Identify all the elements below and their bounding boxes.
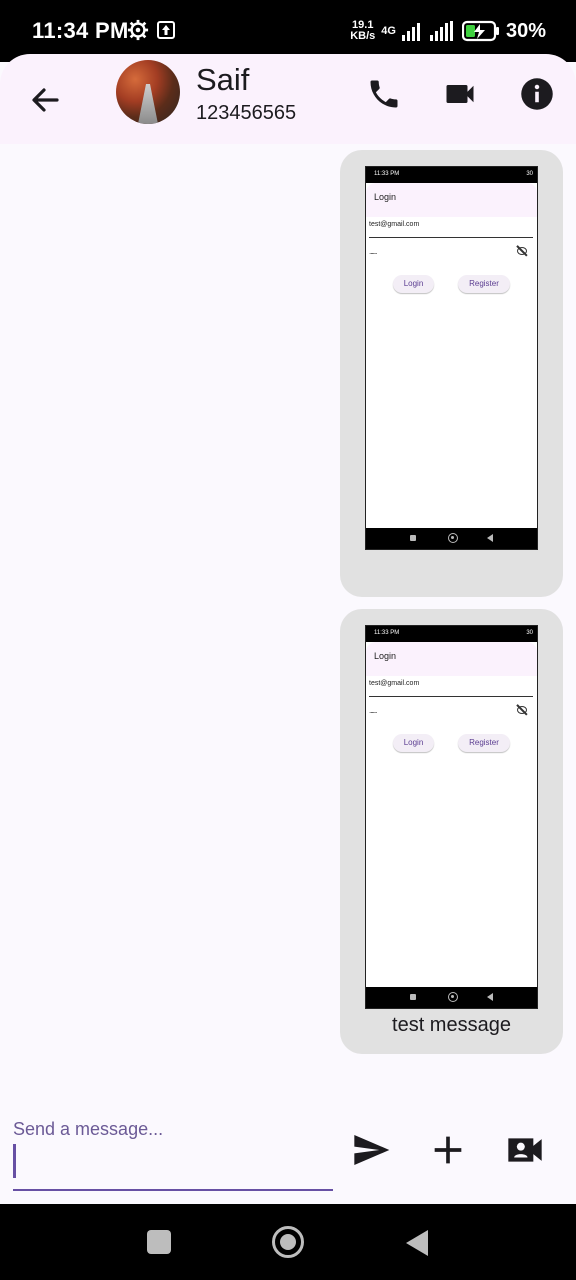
thumb-title: Login [374,192,397,202]
visibility-off-icon [517,706,527,714]
add-icon[interactable] [428,1130,468,1170]
home-icon[interactable] [272,1226,304,1258]
message-input-placeholder: Send a message... [13,1119,164,1139]
upload-notification-icon [157,21,175,39]
thumb-status-bar: 11:33 PM 30 [366,167,537,183]
signal-strength-icon [401,23,420,41]
thumb-battery: 30 [526,630,533,636]
settings-gear-icon [127,19,149,41]
phone-icon[interactable] [366,76,402,112]
thumb-title: Login [374,651,397,661]
status-time: 11:34 PM [32,18,129,43]
chat-app-bar: Saif 123456565 [0,54,576,144]
system-nav-bar [0,1204,576,1280]
image-message-bubble[interactable]: 11:33 PM 30 Login test@gmail.com ...... … [340,150,563,597]
thumb-field-underline [369,237,533,238]
thumb-time: 11:33 PM [374,630,400,636]
signal-strength-2-icon [429,21,453,41]
thumb-app-bar: Login [366,642,537,676]
status-right-group: 19.1 KB/s 4G 30% [350,16,546,46]
video-contact-icon[interactable] [505,1130,545,1170]
thumb-register-button: Register [458,734,510,752]
network-speed: 19.1 KB/s [350,20,375,42]
thumb-field-underline [369,696,533,697]
text-cursor [13,1144,16,1178]
thumb-password-field: ...... [369,706,377,715]
message-caption: test message [392,1014,511,1036]
arrow-back-icon[interactable] [25,80,65,120]
thumb-nav-bar [366,528,537,549]
thumb-password-field: ...... [369,247,377,256]
videocam-icon[interactable] [442,76,478,112]
visibility-off-icon [517,247,527,255]
thumb-login-button: Login [393,275,434,293]
battery-percent: 30% [505,19,546,42]
chat-screen: Saif 123456565 11:33 PM 30 Login test@gm… [0,54,576,1204]
contact-phone: 123456565 [196,102,297,124]
back-triangle-icon[interactable] [406,1230,428,1256]
network-speed-unit: KB/s [350,30,376,42]
thumb-status-bar: 11:33 PM 30 [366,626,537,642]
battery-charging-icon [461,20,499,42]
thumb-nav-bar [366,987,537,1008]
thumb-app-bar: Login [366,183,537,217]
contact-avatar[interactable] [116,60,180,124]
image-message-bubble[interactable]: 11:33 PM 30 Login test@gmail.com ...... … [340,609,563,1054]
screenshot-image[interactable]: 11:33 PM 30 Login test@gmail.com ...... … [365,166,538,550]
thumb-battery: 30 [526,171,533,177]
thumb-email-field: test@gmail.com [369,221,420,228]
send-icon[interactable] [351,1130,391,1170]
message-input[interactable] [13,1189,333,1191]
thumb-register-button: Register [458,275,510,293]
contact-name: Saif [196,62,250,97]
thumb-time: 11:33 PM [374,171,400,177]
info-icon[interactable] [519,76,555,112]
thumb-login-button: Login [393,734,434,752]
screenshot-image[interactable]: 11:33 PM 30 Login test@gmail.com ...... … [365,625,538,1009]
network-type: 4G [381,25,396,37]
recent-apps-icon[interactable] [147,1230,171,1254]
status-bar: 11:34 PM 19.1 KB/s 4G 30% [0,0,576,62]
thumb-email-field: test@gmail.com [369,680,420,687]
